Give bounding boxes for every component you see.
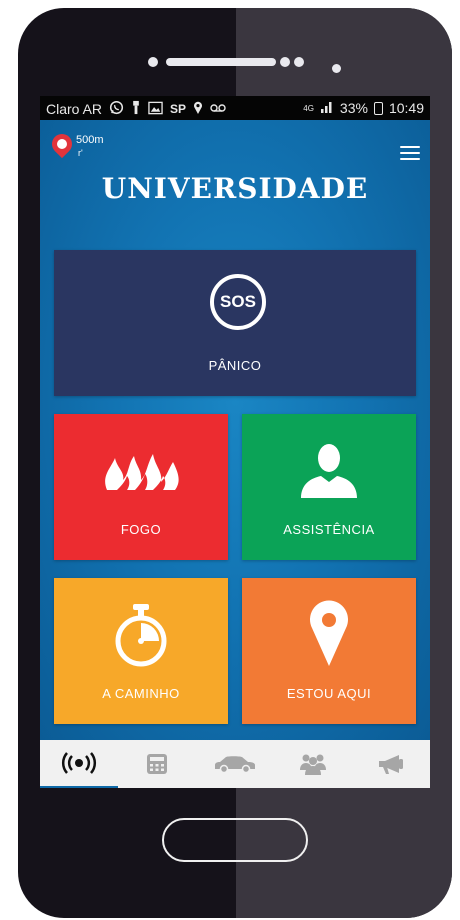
panic-button[interactable]: SOS PÂNICO (54, 250, 416, 396)
tab-car[interactable] (196, 740, 274, 788)
sos-icon: SOS (210, 274, 266, 330)
tab-calculator[interactable] (118, 740, 196, 788)
map-marker-icon (47, 129, 77, 159)
on-the-way-button[interactable]: A CAMINHO (54, 578, 228, 724)
phone-screen: Claro AR SP 4G 33% 10:49 500m r' UNIVERS… (40, 96, 430, 788)
gallery-icon (148, 101, 163, 118)
group-icon (300, 754, 326, 775)
front-camera-dot (148, 57, 158, 67)
usb-icon (131, 100, 141, 118)
page-title: UNIVERSIDADE (101, 172, 369, 205)
broadcast-icon (62, 752, 96, 774)
location-pin-icon (310, 600, 348, 666)
sensor-dot-1 (280, 57, 290, 67)
signal-icon (320, 100, 334, 116)
status-bar: Claro AR SP 4G 33% 10:49 (40, 96, 430, 120)
here-button[interactable]: ESTOU AQUI (242, 578, 416, 724)
sensor-dot-2 (294, 57, 304, 67)
battery-percent: 33% (339, 100, 368, 116)
assistance-label: ASSISTÊNCIA (283, 522, 375, 537)
panic-label: PÂNICO (208, 358, 262, 373)
sensor-dot-3 (332, 64, 341, 73)
fire-label: FOGO (120, 522, 162, 537)
sp-label: SP (170, 102, 187, 116)
fire-icon (105, 454, 179, 490)
location-icon (193, 101, 203, 118)
voicemail-icon (210, 102, 226, 116)
tab-broadcast[interactable] (40, 740, 118, 788)
home-button[interactable] (162, 818, 308, 862)
here-label: ESTOU AQUI (286, 686, 372, 701)
whatsapp-icon (109, 100, 124, 118)
bottom-tab-bar (40, 740, 430, 788)
hamburger-menu-icon[interactable] (400, 146, 420, 160)
app-content: 500m r' UNIVERSIDADE SOS PÂNICO FOGO ASS… (40, 120, 430, 740)
assistance-button[interactable]: ASSISTÊNCIA (242, 414, 416, 560)
carrier-name: Claro AR (46, 101, 103, 117)
clock: 10:49 (388, 100, 424, 116)
fire-button[interactable]: FOGO (54, 414, 228, 560)
speaker-grille (166, 58, 276, 66)
megaphone-icon (379, 755, 403, 774)
stopwatch-icon (115, 604, 167, 667)
battery-icon (373, 101, 383, 115)
calculator-icon (147, 754, 167, 774)
network-type: 4G (303, 103, 314, 113)
distance-label: 500m (76, 134, 104, 146)
distance-sublabel: r' (78, 148, 83, 158)
tab-group[interactable] (274, 740, 352, 788)
car-icon (215, 756, 255, 773)
tab-megaphone[interactable] (352, 740, 430, 788)
person-icon (301, 444, 357, 498)
on-the-way-label: A CAMINHO (102, 686, 180, 701)
sos-icon-text: SOS (220, 292, 256, 311)
